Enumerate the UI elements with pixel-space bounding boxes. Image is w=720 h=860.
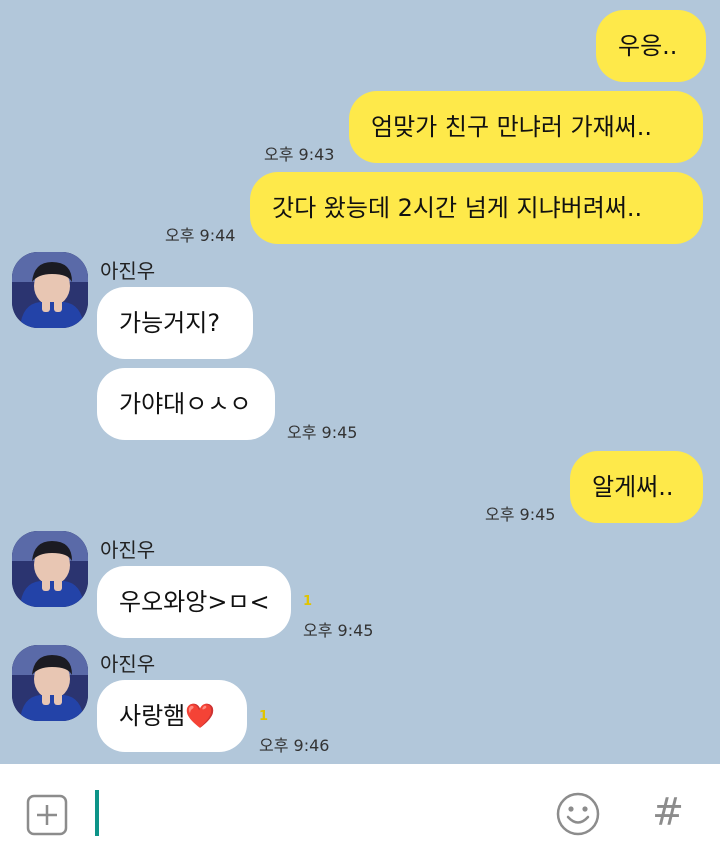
emoji-button[interactable] (555, 791, 601, 837)
profile-photo-icon (12, 252, 88, 328)
sender-name: 아진우 (100, 652, 156, 676)
message-text: 우오와앙>ㅁ< (119, 588, 270, 616)
avatar[interactable] (12, 252, 88, 328)
avatar[interactable] (12, 645, 88, 721)
message-text: 사랑햄❤️ (119, 702, 216, 730)
profile-photo-icon (12, 645, 88, 721)
message-bubble-mine[interactable]: 엄맞가 친구 만냐러 가재써.. (349, 91, 703, 163)
message-bubble-mine[interactable]: 우응.. (596, 10, 706, 82)
unread-count: 1 (303, 594, 313, 609)
attach-button[interactable] (26, 794, 68, 836)
message-text: 엄맞가 친구 만냐러 가재써.. (371, 113, 653, 141)
plus-icon (26, 794, 68, 836)
message-text: 가야대ㅇㅅㅇ (119, 390, 252, 418)
message-text: 가능거지? (119, 309, 221, 337)
message-time: 오후 9:44 (165, 226, 236, 245)
message-bubble-theirs[interactable]: 가능거지? (97, 287, 253, 359)
profile-photo-icon (12, 531, 88, 607)
message-text: 우응.. (618, 32, 678, 60)
message-bubble-theirs[interactable]: 사랑햄❤️ (97, 680, 247, 752)
message-bubble-mine[interactable]: 갓다 왔능데 2시간 넘게 지냐버려써.. (250, 172, 703, 244)
message-time: 오후 9:45 (287, 423, 358, 442)
unread-count: 1 (259, 709, 269, 724)
sender-name: 아진우 (100, 259, 156, 283)
message-bubble-theirs[interactable]: 가야대ㅇㅅㅇ (97, 368, 275, 440)
text-caret (95, 790, 99, 836)
message-bubble-mine[interactable]: 알게써.. (570, 451, 703, 523)
hashtag-button[interactable]: # (648, 786, 688, 838)
message-text: 갓다 왔능데 2시간 넘게 지냐버려써.. (272, 194, 643, 222)
message-input-bar: # (0, 764, 720, 860)
message-text: 알게써.. (592, 473, 674, 501)
message-time: 오후 9:45 (303, 621, 374, 640)
smiley-icon (556, 792, 600, 836)
sender-name: 아진우 (100, 538, 156, 562)
message-time: 오후 9:43 (264, 145, 335, 164)
chat-area[interactable]: 우응.. 엄맞가 친구 만냐러 가재써.. 오후 9:43 갓다 왔능데 2시간… (0, 0, 720, 764)
message-time: 오후 9:46 (259, 736, 330, 755)
avatar[interactable] (12, 531, 88, 607)
message-time: 오후 9:45 (485, 505, 556, 524)
message-bubble-theirs[interactable]: 우오와앙>ㅁ< (97, 566, 291, 638)
message-input[interactable] (92, 786, 532, 838)
